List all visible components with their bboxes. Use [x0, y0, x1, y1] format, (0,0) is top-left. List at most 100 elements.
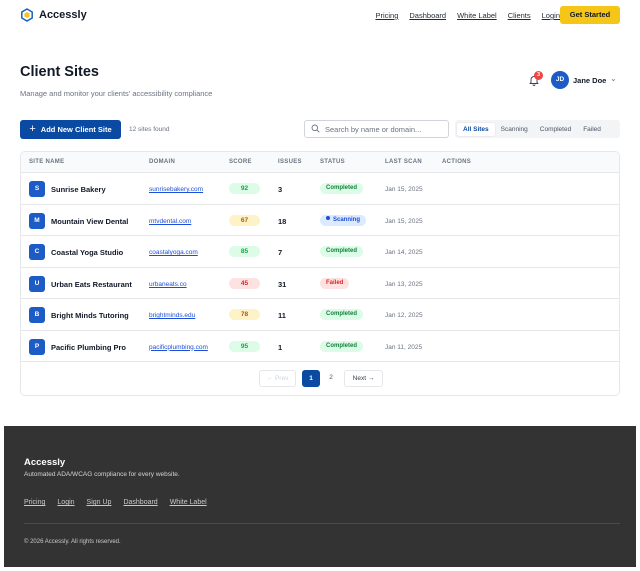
site-name: Pacific Plumbing Pro [51, 342, 127, 352]
score-badge: 78 [229, 309, 260, 320]
filter-completed[interactable]: Completed [534, 123, 577, 136]
site-initial-icon: B [29, 307, 45, 323]
client-sites-table: SITE NAME DOMAIN SCORE ISSUES STATUS LAS… [20, 151, 620, 396]
status-label: Scanning [333, 216, 361, 223]
site-initial-icon: P [29, 338, 45, 355]
column-header-site-name[interactable]: SITE NAME [29, 159, 64, 165]
score-badge: 85 [229, 246, 260, 257]
column-header-actions: ACTIONS [442, 159, 472, 165]
search-box[interactable] [304, 120, 449, 138]
status-label: Completed [326, 311, 358, 317]
site-name: Coastal Yoga Studio [51, 248, 124, 257]
search-icon [311, 120, 320, 138]
column-header-last-scan[interactable]: LAST SCAN [385, 159, 422, 165]
get-started-button[interactable]: Get Started [560, 6, 620, 24]
footer-link-dashboard[interactable]: Dashboard [123, 499, 157, 506]
copyright-text: © 2026 Accessly. All rights reserved. [24, 539, 121, 545]
issues-count: 31 [278, 279, 287, 289]
issues-count: 3 [278, 185, 283, 194]
last-scan-date: Jan 12, 2025 [385, 312, 423, 319]
add-button-label: Add New Client Site [40, 125, 112, 134]
table-row[interactable]: U Urban Eats Restaurant urbaneats.co 45 … [21, 268, 619, 299]
status-filter-tabs: All Sites Scanning Completed Failed [455, 120, 620, 138]
user-name[interactable]: Jane Doe [573, 76, 606, 85]
score-badge: 67 [229, 214, 260, 226]
nav-link-dashboard[interactable]: Dashboard [409, 11, 446, 20]
add-new-client-site-button[interactable]: + Add New Client Site [20, 120, 121, 139]
site-domain-link[interactable]: mtvdental.com [149, 218, 191, 225]
status-badge: Completed [320, 340, 364, 352]
filter-failed[interactable]: Failed [577, 123, 607, 136]
last-scan-date: Jan 11, 2025 [385, 343, 423, 351]
column-header-issues[interactable]: ISSUES [278, 159, 302, 165]
score-badge: 45 [229, 277, 260, 289]
search-input[interactable] [325, 124, 445, 134]
status-badge: Completed [320, 246, 364, 257]
main-nav: Pricing Dashboard White Label Clients Lo… [375, 11, 560, 20]
site-name: Urban Eats Restaurant [51, 279, 132, 289]
prev-page-button[interactable]: ← Prev [259, 370, 296, 387]
table-row[interactable]: S Sunrise Bakery sunrisebakery.com 92 3 … [21, 173, 619, 205]
hexagon-logo-icon [20, 8, 34, 22]
status-badge: Scanning [320, 214, 367, 226]
user-avatar[interactable]: JD [551, 71, 569, 89]
table-row[interactable]: M Mountain View Dental mtvdental.com 67 … [21, 205, 619, 236]
page-2-button[interactable]: 2 [322, 370, 340, 387]
nav-link-login[interactable]: Login [542, 11, 560, 20]
column-header-domain[interactable]: DOMAIN [149, 159, 175, 165]
site-domain-link[interactable]: pacificplumbing.com [149, 344, 208, 351]
last-scan-date: Jan 13, 2025 [385, 280, 423, 288]
site-domain-link[interactable]: urbaneats.co [149, 281, 187, 288]
issues-count: 7 [278, 248, 283, 257]
site-initial-icon: S [29, 181, 45, 197]
notification-count-badge: 3 [534, 71, 543, 80]
column-header-score[interactable]: SCORE [229, 159, 252, 165]
table-row[interactable]: C Coastal Yoga Studio coastalyoga.com 85… [21, 236, 619, 268]
page-title: Client Sites [20, 64, 99, 80]
chevron-down-icon[interactable]: ⌄ [610, 74, 617, 83]
filter-scanning[interactable]: Scanning [495, 123, 534, 136]
column-header-status[interactable]: STATUS [320, 159, 345, 165]
site-name: Bright Minds Tutoring [51, 311, 129, 320]
site-name: Sunrise Bakery [51, 185, 106, 194]
status-label: Completed [326, 185, 358, 191]
nav-link-clients[interactable]: Clients [508, 11, 531, 20]
footer-link-sign-up[interactable]: Sign Up [87, 499, 112, 506]
last-scan-date: Jan 15, 2025 [385, 217, 423, 225]
status-badge: Failed [320, 277, 350, 289]
site-initial-icon: M [29, 212, 45, 229]
table-row[interactable]: P Pacific Plumbing Pro pacificplumbing.c… [21, 331, 619, 362]
sites-count: 12 sites found [129, 126, 170, 133]
footer-brand: Accessly [24, 457, 66, 468]
score-badge: 95 [229, 340, 260, 352]
footer-description: Automated ADA/WCAG compliance for every … [24, 471, 180, 478]
score-badge: 92 [229, 183, 260, 194]
nav-link-pricing[interactable]: Pricing [375, 11, 398, 20]
site-initial-icon: U [29, 275, 45, 292]
issues-count: 18 [278, 216, 287, 226]
brand-name: Accessly [39, 9, 87, 21]
table-row[interactable]: B Bright Minds Tutoring brightminds.edu … [21, 299, 619, 331]
site-footer: Accessly Automated ADA/WCAG compliance f… [4, 426, 636, 567]
last-scan-date: Jan 15, 2025 [385, 186, 423, 193]
site-domain-link[interactable]: brightminds.edu [149, 312, 195, 319]
status-label: Completed [326, 248, 358, 254]
status-label: Completed [326, 342, 358, 349]
table-header: SITE NAME DOMAIN SCORE ISSUES STATUS LAS… [21, 152, 619, 173]
footer-link-login[interactable]: Login [57, 499, 74, 506]
site-initial-icon: C [29, 244, 45, 260]
issues-count: 1 [278, 342, 283, 352]
site-domain-link[interactable]: coastalyoga.com [149, 249, 198, 256]
brand-logo[interactable]: Accessly [20, 8, 87, 22]
site-domain-link[interactable]: sunrisebakery.com [149, 186, 203, 193]
footer-links: Pricing Login Sign Up Dashboard White La… [24, 499, 207, 506]
footer-link-white-label[interactable]: White Label [170, 499, 207, 506]
next-page-button[interactable]: Next → [344, 370, 383, 387]
nav-link-white-label[interactable]: White Label [457, 11, 497, 20]
top-navigation-bar: Accessly Pricing Dashboard White Label C… [0, 0, 640, 32]
status-label: Failed [326, 279, 344, 286]
filter-all-sites[interactable]: All Sites [457, 122, 495, 136]
page-1-button[interactable]: 1 [302, 370, 320, 387]
footer-link-pricing[interactable]: Pricing [24, 499, 45, 506]
issues-count: 11 [278, 311, 286, 320]
